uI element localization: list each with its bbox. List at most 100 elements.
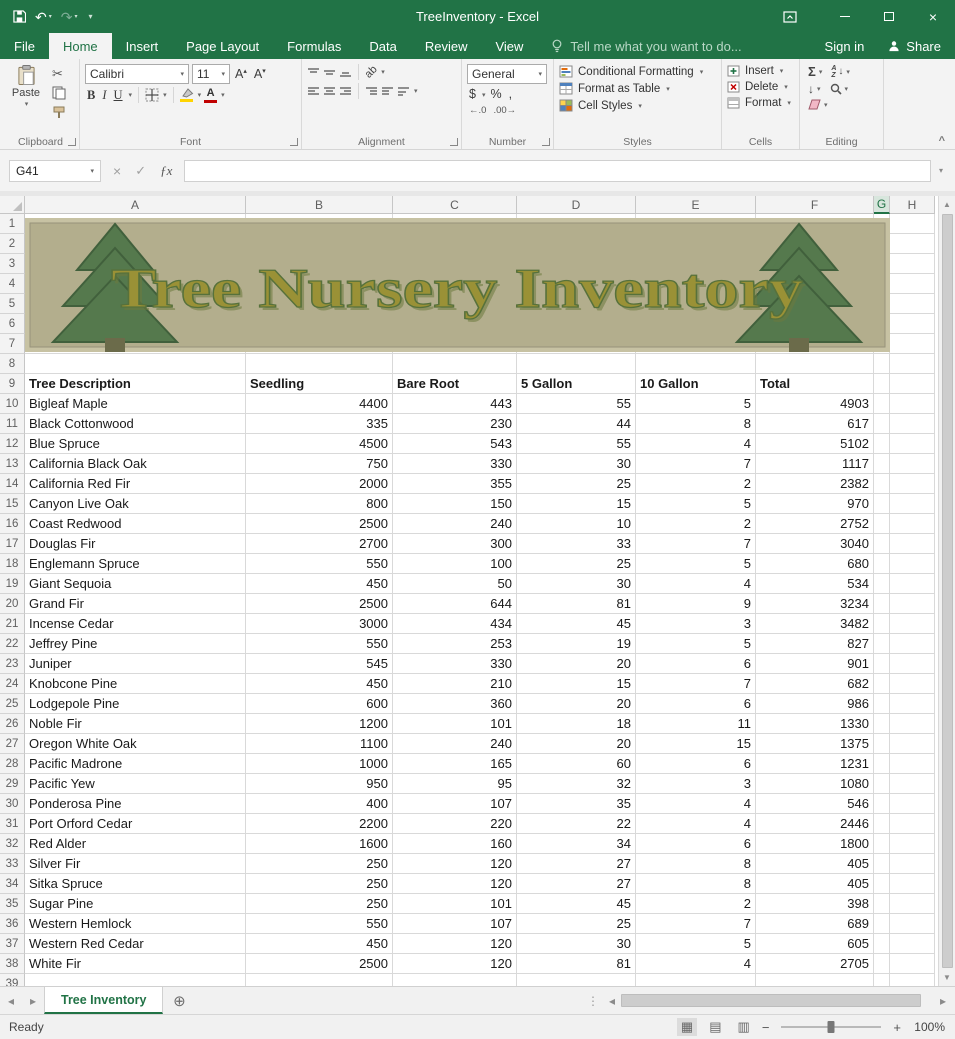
row-header-1[interactable]: 1	[0, 214, 25, 234]
cell-F16[interactable]: 2752	[756, 514, 874, 534]
cell-F35[interactable]: 398	[756, 894, 874, 914]
row-header-10[interactable]: 10	[0, 394, 25, 414]
cell-D33[interactable]: 27	[517, 854, 636, 874]
cell-E28[interactable]: 6	[636, 754, 756, 774]
cell-A18[interactable]: Englemann Spruce	[25, 554, 246, 574]
cell-B37[interactable]: 450	[246, 934, 393, 954]
cell-H33[interactable]	[890, 854, 935, 874]
cut-button[interactable]: ✂	[52, 67, 66, 80]
number-dialog-launcher[interactable]	[542, 138, 550, 146]
cell-B23[interactable]: 545	[246, 654, 393, 674]
cell-G25[interactable]	[874, 694, 890, 714]
row-header-17[interactable]: 17	[0, 534, 25, 554]
cell-B24[interactable]: 450	[246, 674, 393, 694]
row-header-26[interactable]: 26	[0, 714, 25, 734]
cell-B8[interactable]	[246, 354, 393, 374]
page-break-view-button[interactable]: ▥	[734, 1018, 754, 1036]
cell-G17[interactable]	[874, 534, 890, 554]
row-header-36[interactable]: 36	[0, 914, 25, 934]
sheet-tab-tree-inventory[interactable]: Tree Inventory	[44, 987, 163, 1014]
cell-A31[interactable]: Port Orford Cedar	[25, 814, 246, 834]
cell-G18[interactable]	[874, 554, 890, 574]
cell-G15[interactable]	[874, 494, 890, 514]
cell-A13[interactable]: California Black Oak	[25, 454, 246, 474]
cell-G10[interactable]	[874, 394, 890, 414]
cell-E32[interactable]: 6	[636, 834, 756, 854]
cell-E31[interactable]: 4	[636, 814, 756, 834]
copy-button[interactable]	[52, 86, 66, 100]
align-left-button[interactable]	[307, 86, 320, 97]
cell-E34[interactable]: 8	[636, 874, 756, 894]
cell-C37[interactable]: 120	[393, 934, 517, 954]
cell-F13[interactable]: 1117	[756, 454, 874, 474]
cell-G26[interactable]	[874, 714, 890, 734]
customize-quick-access-button[interactable]: ▾	[87, 13, 93, 21]
cell-C32[interactable]: 160	[393, 834, 517, 854]
tell-me-box[interactable]: Tell me what you want to do...	[551, 33, 741, 59]
cell-H10[interactable]	[890, 394, 935, 414]
cell-E20[interactable]: 9	[636, 594, 756, 614]
zoom-out-button[interactable]: −	[762, 1020, 770, 1035]
cell-F21[interactable]: 3482	[756, 614, 874, 634]
cell-E9[interactable]: 10 Gallon	[636, 374, 756, 394]
cell-E14[interactable]: 2	[636, 474, 756, 494]
cell-A27[interactable]: Oregon White Oak	[25, 734, 246, 754]
row-header-23[interactable]: 23	[0, 654, 25, 674]
cell-F8[interactable]	[756, 354, 874, 374]
cell-A16[interactable]: Coast Redwood	[25, 514, 246, 534]
cell-D11[interactable]: 44	[517, 414, 636, 434]
row-header-28[interactable]: 28	[0, 754, 25, 774]
cell-B32[interactable]: 1600	[246, 834, 393, 854]
cell-C26[interactable]: 101	[393, 714, 517, 734]
column-header-G[interactable]: G	[874, 196, 890, 214]
cell-H1[interactable]	[890, 214, 935, 234]
middle-align-button[interactable]	[323, 67, 336, 78]
cell-C16[interactable]: 240	[393, 514, 517, 534]
cell-E30[interactable]: 4	[636, 794, 756, 814]
cell-B31[interactable]: 2200	[246, 814, 393, 834]
row-header-3[interactable]: 3	[0, 254, 25, 274]
cell-A38[interactable]: White Fir	[25, 954, 246, 974]
cell-F33[interactable]: 405	[756, 854, 874, 874]
cell-F31[interactable]: 2446	[756, 814, 874, 834]
cell-G21[interactable]	[874, 614, 890, 634]
row-header-20[interactable]: 20	[0, 594, 25, 614]
cell-F32[interactable]: 1800	[756, 834, 874, 854]
cell-C10[interactable]: 443	[393, 394, 517, 414]
cell-C12[interactable]: 543	[393, 434, 517, 454]
cell-A22[interactable]: Jeffrey Pine	[25, 634, 246, 654]
cell-F9[interactable]: Total	[756, 374, 874, 394]
cell-F10[interactable]: 4903	[756, 394, 874, 414]
cell-E8[interactable]	[636, 354, 756, 374]
cell-F20[interactable]: 3234	[756, 594, 874, 614]
cell-H22[interactable]	[890, 634, 935, 654]
cell-D12[interactable]: 55	[517, 434, 636, 454]
cell-D38[interactable]: 81	[517, 954, 636, 974]
scroll-up-button[interactable]: ▲	[939, 196, 955, 213]
cell-D28[interactable]: 60	[517, 754, 636, 774]
redo-button[interactable]: ↷▾	[61, 10, 78, 24]
cell-B33[interactable]: 250	[246, 854, 393, 874]
cell-H18[interactable]	[890, 554, 935, 574]
underline-button[interactable]: U	[112, 88, 125, 103]
cell-B20[interactable]: 2500	[246, 594, 393, 614]
ribbon-tab-insert[interactable]: Insert	[112, 33, 173, 59]
column-header-D[interactable]: D	[517, 196, 636, 214]
cell-B28[interactable]: 1000	[246, 754, 393, 774]
cell-A28[interactable]: Pacific Madrone	[25, 754, 246, 774]
cell-H6[interactable]	[890, 314, 935, 334]
zoom-slider[interactable]	[781, 1026, 881, 1028]
cell-H34[interactable]	[890, 874, 935, 894]
column-header-A[interactable]: A	[25, 196, 246, 214]
cell-E10[interactable]: 5	[636, 394, 756, 414]
align-right-button[interactable]	[339, 86, 352, 97]
vertical-scroll-thumb[interactable]	[942, 214, 953, 968]
row-header-39[interactable]: 39	[0, 974, 25, 986]
insert-cells-button[interactable]: Insert▾	[727, 65, 794, 77]
scroll-left-button[interactable]: ◂	[603, 994, 621, 1008]
row-header-14[interactable]: 14	[0, 474, 25, 494]
cell-D19[interactable]: 30	[517, 574, 636, 594]
cell-G28[interactable]	[874, 754, 890, 774]
cell-C19[interactable]: 50	[393, 574, 517, 594]
cell-D27[interactable]: 20	[517, 734, 636, 754]
